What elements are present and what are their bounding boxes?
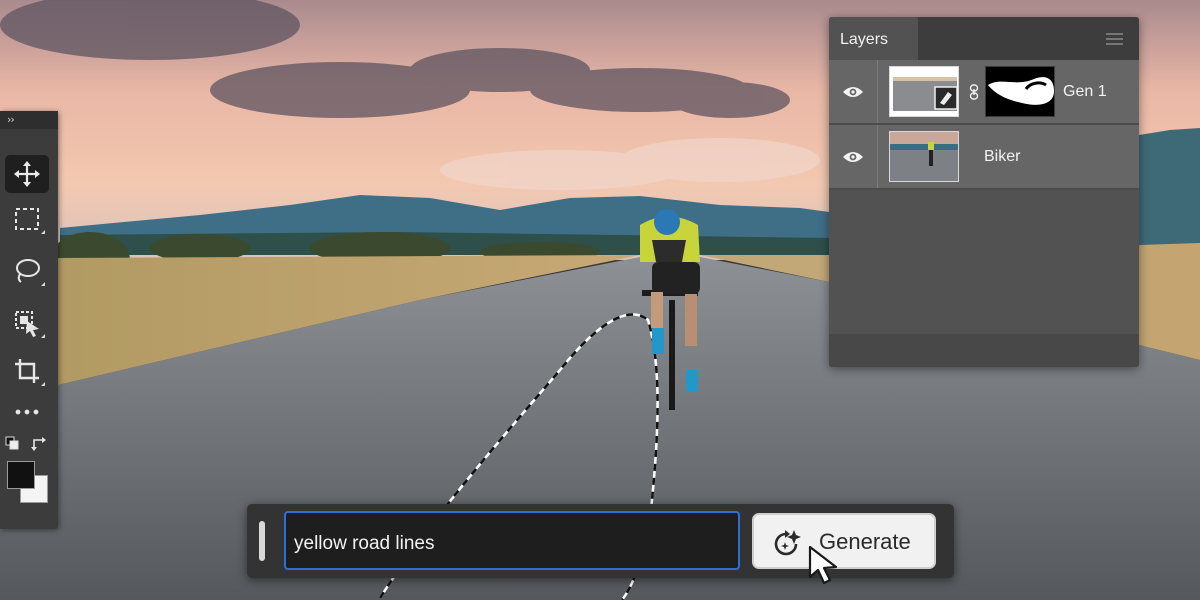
- object-selection-icon: [15, 311, 39, 337]
- layers-panel-header: Layers: [829, 17, 1139, 60]
- layer-visibility-toggle[interactable]: [829, 60, 878, 123]
- generate-button[interactable]: Generate: [752, 513, 936, 569]
- rectangle-marquee-icon: [15, 208, 39, 230]
- tool-flyout-indicator: [41, 334, 45, 338]
- lasso-icon: [16, 259, 40, 283]
- eye-icon: [843, 86, 863, 97]
- object-selection-tool-button[interactable]: [5, 304, 49, 342]
- foreground-color-swatch[interactable]: [7, 461, 35, 489]
- layers-panel: Layers Gen 1 Biker: [829, 17, 1139, 367]
- layer-name[interactable]: Gen 1: [1063, 83, 1107, 101]
- layers-tab[interactable]: Layers: [829, 17, 918, 60]
- layer-mask-thumbnail[interactable]: [985, 66, 1055, 117]
- drag-handle[interactable]: [259, 521, 265, 561]
- panel-menu-icon[interactable]: [1106, 33, 1123, 48]
- swap-colors-icon[interactable]: [31, 436, 47, 452]
- more-tools-button[interactable]: [5, 393, 49, 431]
- collapse-toolbar-button[interactable]: ››: [0, 111, 58, 129]
- crop-icon: [15, 359, 39, 383]
- mouse-pointer-icon: [808, 545, 838, 585]
- layer-row-biker[interactable]: Biker: [829, 125, 1139, 188]
- default-colors-icon[interactable]: [5, 436, 19, 450]
- more-dots-icon: [15, 409, 39, 415]
- tool-flyout-indicator: [41, 230, 45, 234]
- tools-panel: ››: [0, 111, 58, 529]
- tool-flyout-indicator: [41, 382, 45, 386]
- layer-visibility-toggle[interactable]: [829, 125, 878, 188]
- layer-name[interactable]: Biker: [984, 148, 1020, 166]
- contextual-task-bar: Generate: [247, 504, 954, 578]
- layer-row-gen-1[interactable]: Gen 1: [829, 60, 1139, 123]
- layer-thumbnail: [889, 66, 959, 117]
- marquee-tool-button[interactable]: [5, 200, 49, 238]
- eye-icon: [843, 151, 863, 162]
- layer-divider: [829, 188, 1139, 190]
- layer-thumbnail: [889, 131, 959, 182]
- generate-sparkle-icon: [774, 530, 801, 556]
- crop-tool-button[interactable]: [5, 352, 49, 390]
- move-icon: [14, 161, 40, 187]
- move-tool-button[interactable]: [5, 155, 49, 193]
- tool-flyout-indicator: [41, 282, 45, 286]
- layer-mask-link-icon[interactable]: [969, 84, 979, 100]
- lasso-tool-button[interactable]: [5, 252, 49, 290]
- layers-panel-footer: [829, 334, 1139, 367]
- generative-fill-prompt-input[interactable]: [284, 511, 740, 570]
